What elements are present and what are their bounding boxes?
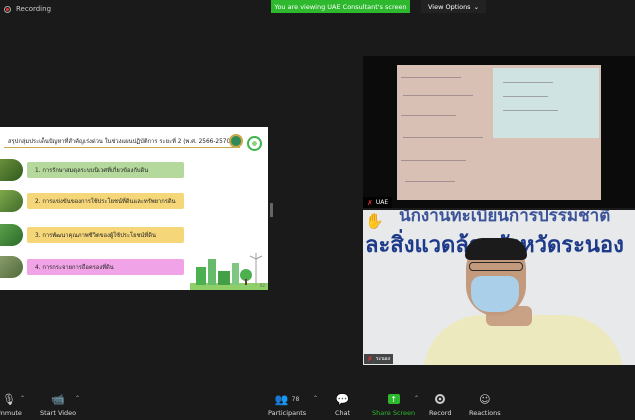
item-label: 4. การกระจายการถือครองที่ดิน	[27, 259, 184, 275]
participant-name-tag: ✗ UAE	[363, 197, 393, 208]
raised-hand-icon: ✋	[365, 212, 384, 230]
item-photo	[0, 159, 23, 181]
slide-title: สรุปกลุ่มประเด็นปัญหาที่สำคัญเร่งด่วน ใน…	[8, 139, 233, 145]
unmute-button[interactable]: 🎙 Unmute	[0, 392, 22, 418]
item-photo	[0, 190, 23, 212]
record-button[interactable]: Record	[429, 392, 451, 417]
recording-icon	[4, 5, 11, 13]
reactions-label: Reactions	[469, 409, 501, 417]
mic-muted-icon: 🎙	[1, 392, 16, 406]
recording-indicator: Recording	[4, 5, 51, 13]
view-options-label: View Options	[428, 2, 471, 11]
panel-splitter-handle[interactable]	[270, 203, 273, 217]
slide-item: 3. การพัฒนาคุณภาพชีวิตของผู้ใช้ประโยชน์ท…	[0, 224, 190, 246]
chevron-down-icon: ⌄	[473, 2, 480, 11]
audio-options-caret[interactable]: ⌃	[20, 395, 25, 402]
meeting-toolbar: 🎙 Unmute ⌃ 📹 Start Video ⌃ 👥 78 Particip…	[0, 389, 635, 420]
record-label: Record	[429, 409, 452, 417]
participant-name-tag: ✗ ระนอง	[364, 354, 394, 364]
slide-header: สรุปกลุ่มประเด็นปัญหาที่สำคัญเร่งด่วน ใน…	[0, 131, 268, 151]
mic-muted-icon: ✗	[367, 355, 373, 363]
speaker-face-mask	[471, 276, 519, 312]
participants-button[interactable]: 👥 78 Participants	[268, 392, 307, 418]
green-city-illustration	[190, 253, 268, 290]
agency-logo-icon	[229, 134, 243, 148]
share-options-caret[interactable]: ⌃	[414, 395, 419, 402]
speaker-glasses	[469, 262, 523, 271]
participants-label: Participants	[268, 409, 307, 417]
viewing-screen-banner: You are viewing UAE Consultant's screen	[271, 0, 410, 13]
participant-name: UAE	[375, 199, 389, 206]
video-tile-speaker[interactable]: นักงานทะเบียนการปรรมชาติ ละสิ่งแวดล้อมจั…	[363, 210, 635, 365]
shared-screen-slide: สรุปกลุ่มประเด็นปัญหาที่สำคัญเร่งด่วน ใน…	[0, 127, 268, 290]
slide-item: 1. การรักษาสมดุลระบบนิเวศที่เกี่ยวข้องกั…	[0, 159, 190, 181]
reactions-button[interactable]: ☺ Reactions	[469, 392, 501, 418]
mic-muted-icon: ✗	[367, 198, 373, 207]
zoom-meeting-window: Recording You are viewing UAE Consultant…	[0, 0, 635, 420]
unmute-label: Unmute	[0, 409, 22, 417]
video-tile-uae[interactable]	[363, 56, 635, 208]
slide-item: 2. การแข่งขันของการใช้ประโยชน์ที่ดินและท…	[0, 190, 190, 212]
participants-icon: 👥	[274, 392, 289, 406]
item-photo	[0, 256, 23, 278]
chat-icon: 💬	[335, 392, 350, 406]
start-video-label: Start Video	[40, 409, 77, 417]
slide-page-number: 02	[259, 283, 265, 288]
share-screen-icon: ↑	[387, 394, 400, 404]
recording-label: Recording	[16, 5, 52, 13]
start-video-button[interactable]: 📹 Start Video	[40, 392, 77, 418]
video-off-icon: 📹	[51, 392, 65, 406]
chat-label: Chat	[335, 409, 351, 417]
participants-count: 78	[291, 395, 300, 403]
item-label: 3. การพัฒนาคุณภาพชีวิตของผู้ใช้ประโยชน์ท…	[27, 227, 184, 243]
share-screen-label: Share Screen	[372, 409, 416, 417]
slide-item: 4. การกระจายการถือครองที่ดิน	[0, 256, 190, 278]
participants-options-caret[interactable]: ⌃	[313, 395, 318, 402]
record-icon	[435, 394, 446, 404]
item-label: 2. การแข่งขันของการใช้ประโยชน์ที่ดินและท…	[27, 193, 184, 209]
item-photo	[0, 224, 23, 246]
reactions-icon: ☺	[479, 392, 491, 406]
document-camera-feed	[397, 65, 601, 200]
video-options-caret[interactable]: ⌃	[75, 395, 80, 402]
slide-title-underline	[4, 147, 240, 148]
chat-button[interactable]: 💬 Chat	[335, 392, 351, 418]
item-label: 1. การรักษาสมดุลระบบนิเวศที่เกี่ยวข้องกั…	[27, 162, 184, 178]
participant-name: ระนอง	[375, 356, 391, 362]
land-department-logo-icon	[247, 136, 262, 151]
share-screen-button[interactable]: ↑ Share Screen	[372, 392, 415, 417]
sticky-note	[493, 68, 599, 138]
view-options-button[interactable]: View Options ⌄	[421, 0, 487, 13]
